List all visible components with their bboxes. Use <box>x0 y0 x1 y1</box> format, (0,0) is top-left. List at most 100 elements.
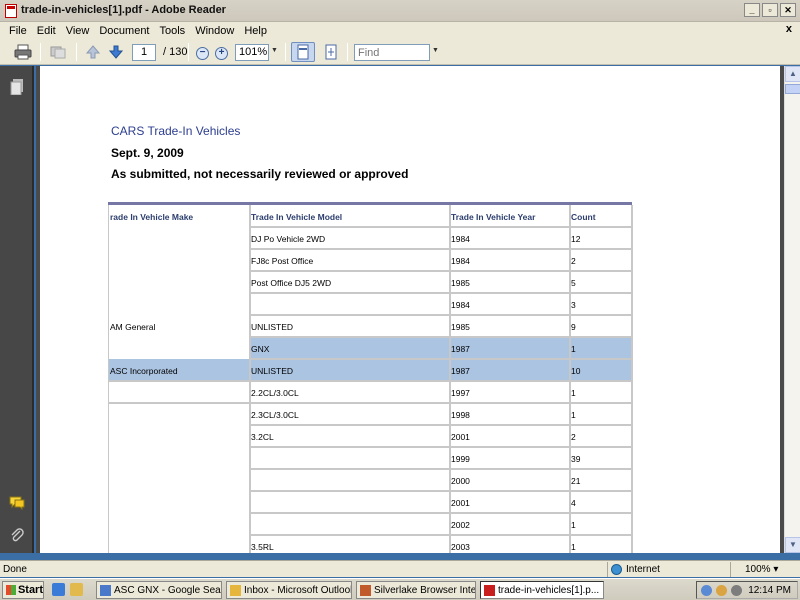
cell-count: 39 <box>571 454 581 464</box>
navigation-panel <box>0 66 34 553</box>
cell-model: UNLISTED <box>249 359 449 381</box>
title-bar: trade-in-vehicles[1].pdf - Adobe Reader … <box>0 0 800 22</box>
silverlake-icon <box>360 585 371 596</box>
menu-bar: File Edit View Document Tools Window Hel… <box>0 22 800 39</box>
task-google-search[interactable]: ASC GNX - Google Search... <box>96 581 222 599</box>
network-icon[interactable] <box>701 585 712 596</box>
menu-help[interactable]: Help <box>239 25 272 37</box>
table-row-divider <box>249 358 632 360</box>
cell-count: 12 <box>571 234 581 244</box>
print-icon[interactable] <box>12 42 34 62</box>
menu-view[interactable]: View <box>61 25 95 37</box>
table-row: 3.5RL 2003 1 <box>108 535 632 553</box>
attachments-icon[interactable] <box>9 526 25 544</box>
pages-icon[interactable] <box>9 78 25 96</box>
table-row: 2.2CL/3.0CL 1997 1 <box>108 381 632 403</box>
table-header-row: rade In Vehicle Make Trade In Vehicle Mo… <box>108 205 632 227</box>
close-button[interactable]: ✕ <box>780 3 796 17</box>
find-dropdown-icon[interactable]: ▼ <box>432 47 439 54</box>
cell-model <box>249 491 449 513</box>
minimize-button[interactable]: _ <box>744 3 760 17</box>
start-button[interactable]: Start <box>2 581 44 599</box>
pdf-page: CARS Trade-In Vehicles Sept. 9, 2009 As … <box>40 66 780 553</box>
document-date: Sept. 9, 2009 <box>111 146 184 160</box>
vertical-scrollbar[interactable]: ▲ ▼ <box>784 66 800 553</box>
cell-make <box>108 381 249 403</box>
page-number-input[interactable]: 1 <box>132 44 156 61</box>
close-document-icon[interactable]: x <box>786 23 792 35</box>
zoom-dropdown-icon[interactable]: ▼ <box>271 47 278 54</box>
collaborate-icon[interactable] <box>47 42 69 62</box>
make-group-divider <box>108 402 249 404</box>
document-subtitle: As submitted, not necessarily reviewed o… <box>111 167 409 181</box>
task-adobe-reader[interactable]: trade-in-vehicles[1].p... <box>480 581 604 599</box>
menu-file[interactable]: File <box>4 25 32 37</box>
volume-icon[interactable] <box>731 585 742 596</box>
cell-year: 1997 <box>451 388 470 398</box>
status-zoom-label: 100% <box>745 564 771 575</box>
table-row-divider <box>249 336 632 338</box>
cell-model: 3.5RL <box>251 542 274 552</box>
cell-make <box>108 491 249 513</box>
zone-label: Internet <box>626 564 660 575</box>
task-silverlake[interactable]: Silverlake Browser Interface <box>356 581 476 599</box>
table-column-divider <box>249 205 251 553</box>
scroll-thumb[interactable] <box>785 84 800 94</box>
previous-page-icon[interactable] <box>82 42 104 62</box>
next-page-icon[interactable] <box>105 42 127 62</box>
ie-icon <box>100 585 111 596</box>
security-zone: Internet <box>607 562 727 577</box>
table-row-divider <box>249 226 632 228</box>
menu-edit[interactable]: Edit <box>32 25 61 37</box>
document-area[interactable]: CARS Trade-In Vehicles Sept. 9, 2009 As … <box>36 66 784 553</box>
menu-window[interactable]: Window <box>190 25 239 37</box>
folder-quicklaunch-icon[interactable] <box>70 583 83 596</box>
cell-make <box>108 293 249 315</box>
menu-tools[interactable]: Tools <box>155 25 191 37</box>
header-model: Trade In Vehicle Model <box>251 212 343 222</box>
task-label: trade-in-vehicles[1].p... <box>498 585 600 596</box>
cell-year: 1987 <box>449 359 569 381</box>
table-row-divider <box>249 490 632 492</box>
zoom-level-field[interactable]: 101% <box>235 44 269 61</box>
status-zoom[interactable]: 100% ▾ <box>730 562 800 577</box>
table-column-divider <box>449 205 451 553</box>
task-outlook[interactable]: Inbox - Microsoft Outlook <box>226 581 352 599</box>
table-row: 2000 21 <box>108 469 632 491</box>
window-controls: _ ▫ ✕ <box>744 3 796 17</box>
taskbar: Start ASC GNX - Google Search... Inbox -… <box>0 578 800 600</box>
cell-make <box>108 535 249 553</box>
task-label: Inbox - Microsoft Outlook <box>244 585 352 596</box>
table-row-divider <box>249 248 632 250</box>
cell-year: 1984 <box>451 300 470 310</box>
table-row: DJ Po Vehicle 2WD 1984 12 <box>108 227 632 249</box>
fit-page-icon[interactable] <box>320 42 342 62</box>
find-input[interactable] <box>354 44 430 61</box>
cell-model <box>249 447 449 469</box>
fit-width-icon[interactable] <box>291 42 315 62</box>
zoom-in-icon[interactable]: + <box>215 47 228 60</box>
task-label: Silverlake Browser Interface <box>374 585 476 596</box>
comments-icon[interactable] <box>9 494 25 512</box>
cell-make <box>108 425 249 447</box>
zoom-out-icon[interactable]: − <box>196 47 209 60</box>
cell-count: 2 <box>571 256 576 266</box>
cell-model: GNX <box>249 337 449 359</box>
cell-model <box>249 513 449 535</box>
page-total: / 130 <box>163 46 188 58</box>
task-label: ASC GNX - Google Search... <box>114 585 222 596</box>
table-column-divider <box>631 205 633 553</box>
cell-make <box>108 337 249 359</box>
cell-make <box>108 249 249 271</box>
header-year: Trade In Vehicle Year <box>451 212 536 222</box>
ie-quicklaunch-icon[interactable] <box>52 583 65 596</box>
scroll-up-icon[interactable]: ▲ <box>785 66 800 82</box>
restore-button[interactable]: ▫ <box>762 3 778 17</box>
tray-app-icon[interactable] <box>716 585 727 596</box>
scroll-down-icon[interactable]: ▼ <box>785 537 800 553</box>
cell-year: 2000 <box>451 476 470 486</box>
cell-make <box>108 447 249 469</box>
cell-model: 2.2CL/3.0CL <box>251 388 299 398</box>
cell-count: 21 <box>571 476 581 486</box>
menu-document[interactable]: Document <box>94 25 154 37</box>
